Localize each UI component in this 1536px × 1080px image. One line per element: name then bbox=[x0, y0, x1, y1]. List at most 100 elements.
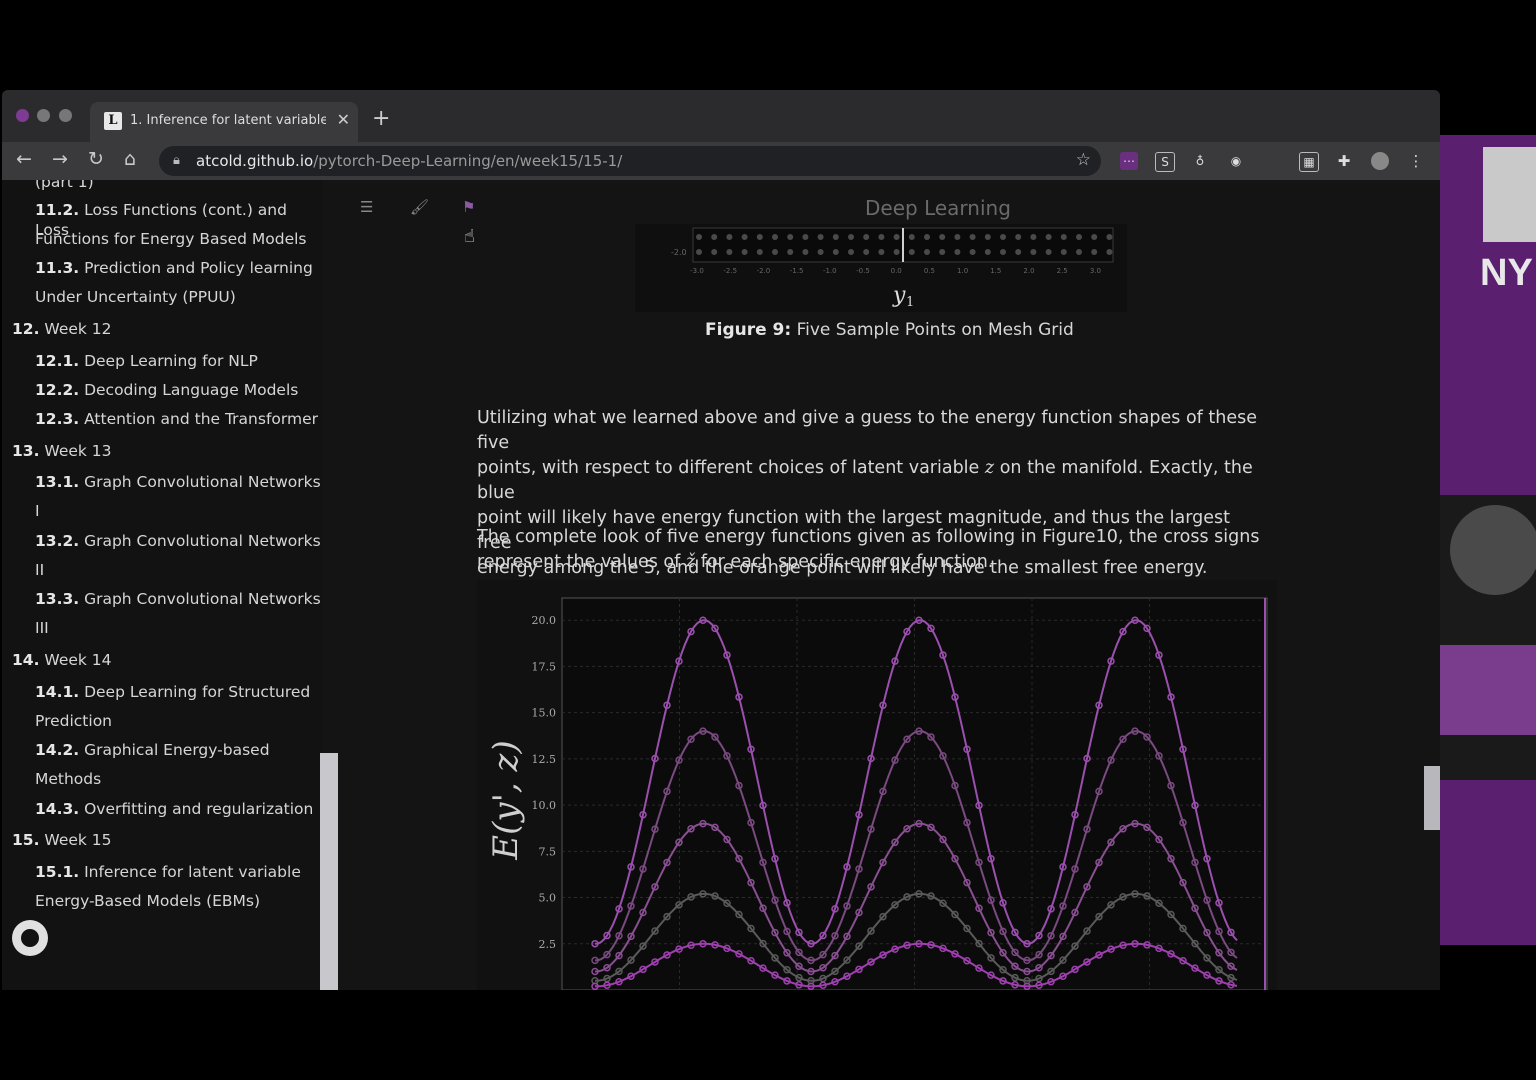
sidebar-item[interactable]: I bbox=[35, 501, 40, 521]
sidebar-item[interactable]: III bbox=[35, 618, 49, 638]
sidebar-item[interactable]: 15. Week 15 bbox=[12, 830, 112, 850]
mesh-point bbox=[741, 249, 748, 255]
sidebar-item[interactable]: Prediction bbox=[35, 711, 112, 731]
sidebar-item[interactable]: Energy-Based Models (EBMs) bbox=[35, 891, 260, 911]
y-tick-label: 10.0 bbox=[532, 799, 557, 812]
mesh-point bbox=[984, 234, 991, 240]
figure-9-plot: -2.0 -3.0 -2.5 -2.0 -1.5 -1.0 -0.5 0.0 0.5 1.0 1.5… bbox=[671, 227, 1114, 310]
sidebar-item-label: Deep Learning for Structured bbox=[84, 683, 311, 701]
sidebar-item-label: I bbox=[35, 502, 40, 520]
mesh-point bbox=[1045, 249, 1052, 255]
sidebar-item[interactable]: 13.3. Graph Convolutional Networks bbox=[35, 589, 321, 609]
sidebar-item[interactable]: (part 1) bbox=[35, 180, 94, 192]
kebab-menu-icon[interactable]: ⋮ bbox=[1407, 152, 1425, 170]
browser-tab[interactable]: L 1. Inference for latent variable ✕ bbox=[90, 102, 358, 142]
browser-window: L 1. Inference for latent variable ✕ + ←… bbox=[2, 90, 1440, 990]
sidebar-item[interactable]: II bbox=[35, 560, 44, 580]
speaker-head bbox=[1450, 505, 1536, 595]
arrow-right-icon[interactable]: → bbox=[52, 148, 68, 170]
sidebar-item[interactable]: 15.1. Inference for latent variable bbox=[35, 862, 301, 882]
sidebar-item-number: 12.1. bbox=[35, 352, 80, 370]
maximize-window-button[interactable] bbox=[59, 109, 72, 122]
mesh-point bbox=[1106, 249, 1113, 255]
sidebar-item[interactable]: 14.2. Graphical Energy-based bbox=[35, 740, 270, 760]
profile-avatar[interactable] bbox=[1371, 152, 1389, 170]
mesh-point bbox=[696, 249, 702, 255]
home-icon[interactable]: ⌂ bbox=[124, 148, 136, 170]
tab-title: 1. Inference for latent variable bbox=[130, 113, 326, 128]
fig9-ytick: -2.0 bbox=[671, 248, 687, 257]
sidebar-item[interactable]: 14.1. Deep Learning for Structured bbox=[35, 682, 310, 702]
star-icon[interactable]: ☆ bbox=[1076, 150, 1091, 170]
mesh-point bbox=[908, 234, 915, 240]
sidebar-scrollbar[interactable] bbox=[320, 753, 338, 990]
nav-bar: ← → ↻ ⌂ 🔒︎ atcold.github.io/pytorch-Deep… bbox=[2, 142, 1440, 180]
sidebar-item[interactable]: Methods bbox=[35, 769, 101, 789]
sidebar-item-number: 13.2. bbox=[35, 532, 80, 550]
y-tick-label: 12.5 bbox=[532, 753, 557, 766]
fig9-xtick: -1.0 bbox=[823, 267, 837, 275]
sidebar-item[interactable]: 12.2. Decoding Language Models bbox=[35, 380, 298, 400]
brush-icon[interactable]: 🖌︎ bbox=[410, 198, 429, 216]
mesh-point bbox=[863, 234, 870, 240]
flag-icon[interactable]: ⚑ bbox=[462, 198, 475, 216]
extension-s-icon[interactable]: S bbox=[1155, 152, 1175, 172]
sidebar-item[interactable]: Under Uncertainty (PPUU) bbox=[35, 287, 236, 307]
close-window-button[interactable] bbox=[16, 109, 29, 122]
puzzle-icon[interactable]: ✚ bbox=[1335, 152, 1353, 170]
sidebar-item[interactable]: 14. Week 14 bbox=[12, 650, 112, 670]
sidebar-item[interactable]: 14.3. Overfitting and regularization bbox=[35, 799, 313, 819]
fig9-xtick: -1.5 bbox=[790, 267, 804, 275]
url-host: atcold.github.io bbox=[196, 152, 314, 170]
sidebar-item[interactable]: 13.2. Graph Convolutional Networks bbox=[35, 531, 321, 551]
tab-close-icon[interactable]: ✕ bbox=[337, 110, 350, 129]
mesh-point bbox=[1015, 249, 1022, 255]
p1-line-1: Utilizing what we learned above and give… bbox=[477, 408, 1257, 453]
y-tick-label: 2.5 bbox=[539, 938, 557, 951]
sidebar-item[interactable]: 13. Week 13 bbox=[12, 441, 112, 461]
mesh-point bbox=[1091, 234, 1098, 240]
mesh-point bbox=[787, 249, 794, 255]
mesh-point bbox=[726, 234, 733, 240]
minimize-window-button[interactable] bbox=[37, 109, 50, 122]
mesh-point bbox=[939, 234, 946, 240]
sidebar-item-label: Graph Convolutional Networks bbox=[84, 473, 321, 491]
sidebar-item[interactable]: 11.3. Prediction and Policy learning bbox=[35, 258, 313, 278]
p2-line-1: The complete look of five energy functio… bbox=[477, 527, 1260, 547]
fig9-xtick: 1.5 bbox=[990, 267, 1001, 275]
address-bar[interactable]: 🔒︎ atcold.github.io/pytorch-Deep-Learnin… bbox=[159, 146, 1101, 176]
mesh-point bbox=[772, 234, 778, 240]
mesh-point bbox=[1091, 249, 1098, 255]
sidebar-item[interactable]: 12.3. Attention and the Transformer bbox=[35, 409, 318, 429]
reload-icon[interactable]: ↻ bbox=[88, 148, 104, 170]
sidebar-item-label: Week 13 bbox=[44, 442, 112, 460]
new-tab-icon[interactable]: + bbox=[372, 106, 390, 131]
extension-grid-icon[interactable]: ▦ bbox=[1299, 152, 1319, 172]
extension-eyes-icon[interactable]: ◉ bbox=[1227, 152, 1245, 170]
mesh-point bbox=[756, 249, 763, 255]
mesh-point bbox=[1076, 249, 1082, 255]
extension-pin-icon[interactable]: ♁ bbox=[1191, 152, 1209, 170]
mesh-point bbox=[832, 234, 839, 240]
mesh-point bbox=[878, 234, 885, 240]
sidebar-item[interactable]: 12.1. Deep Learning for NLP bbox=[35, 351, 258, 371]
sidebar-item[interactable]: Functions for Energy Based Models bbox=[35, 229, 307, 249]
mesh-point bbox=[893, 234, 900, 240]
energy-chart: 20.0 17.5 15.0 12.5 10.0 7.5 5.0 2.5 E(y', z) bbox=[486, 597, 1268, 990]
hamburger-icon[interactable]: ☰ bbox=[360, 198, 373, 216]
mesh-point bbox=[893, 249, 900, 255]
paragraph-2: The complete look of five energy functio… bbox=[477, 525, 1267, 575]
sidebar-item-label: Methods bbox=[35, 770, 102, 788]
sidebar-item[interactable]: 13.1. Graph Convolutional Networks bbox=[35, 472, 321, 492]
github-icon[interactable] bbox=[12, 920, 48, 956]
main-scrollbar[interactable] bbox=[1424, 766, 1440, 830]
sidebar-toc: (part 1) 11.2. Loss Functions (cont.) and… bbox=[2, 180, 322, 990]
caption-text: Five Sample Points on Mesh Grid bbox=[796, 320, 1074, 340]
fig9-xlabel-sub: 1 bbox=[906, 295, 914, 310]
sidebar-item-number: 13.3. bbox=[35, 590, 80, 608]
sidebar-item-label: Under Uncertainty (PPUU) bbox=[35, 288, 236, 306]
y-axis-label: E(y', z) bbox=[486, 740, 526, 860]
sidebar-item[interactable]: 12. Week 12 bbox=[12, 319, 112, 339]
extension-icon[interactable]: ⋯ bbox=[1120, 152, 1138, 170]
arrow-left-icon[interactable]: ← bbox=[16, 148, 32, 170]
